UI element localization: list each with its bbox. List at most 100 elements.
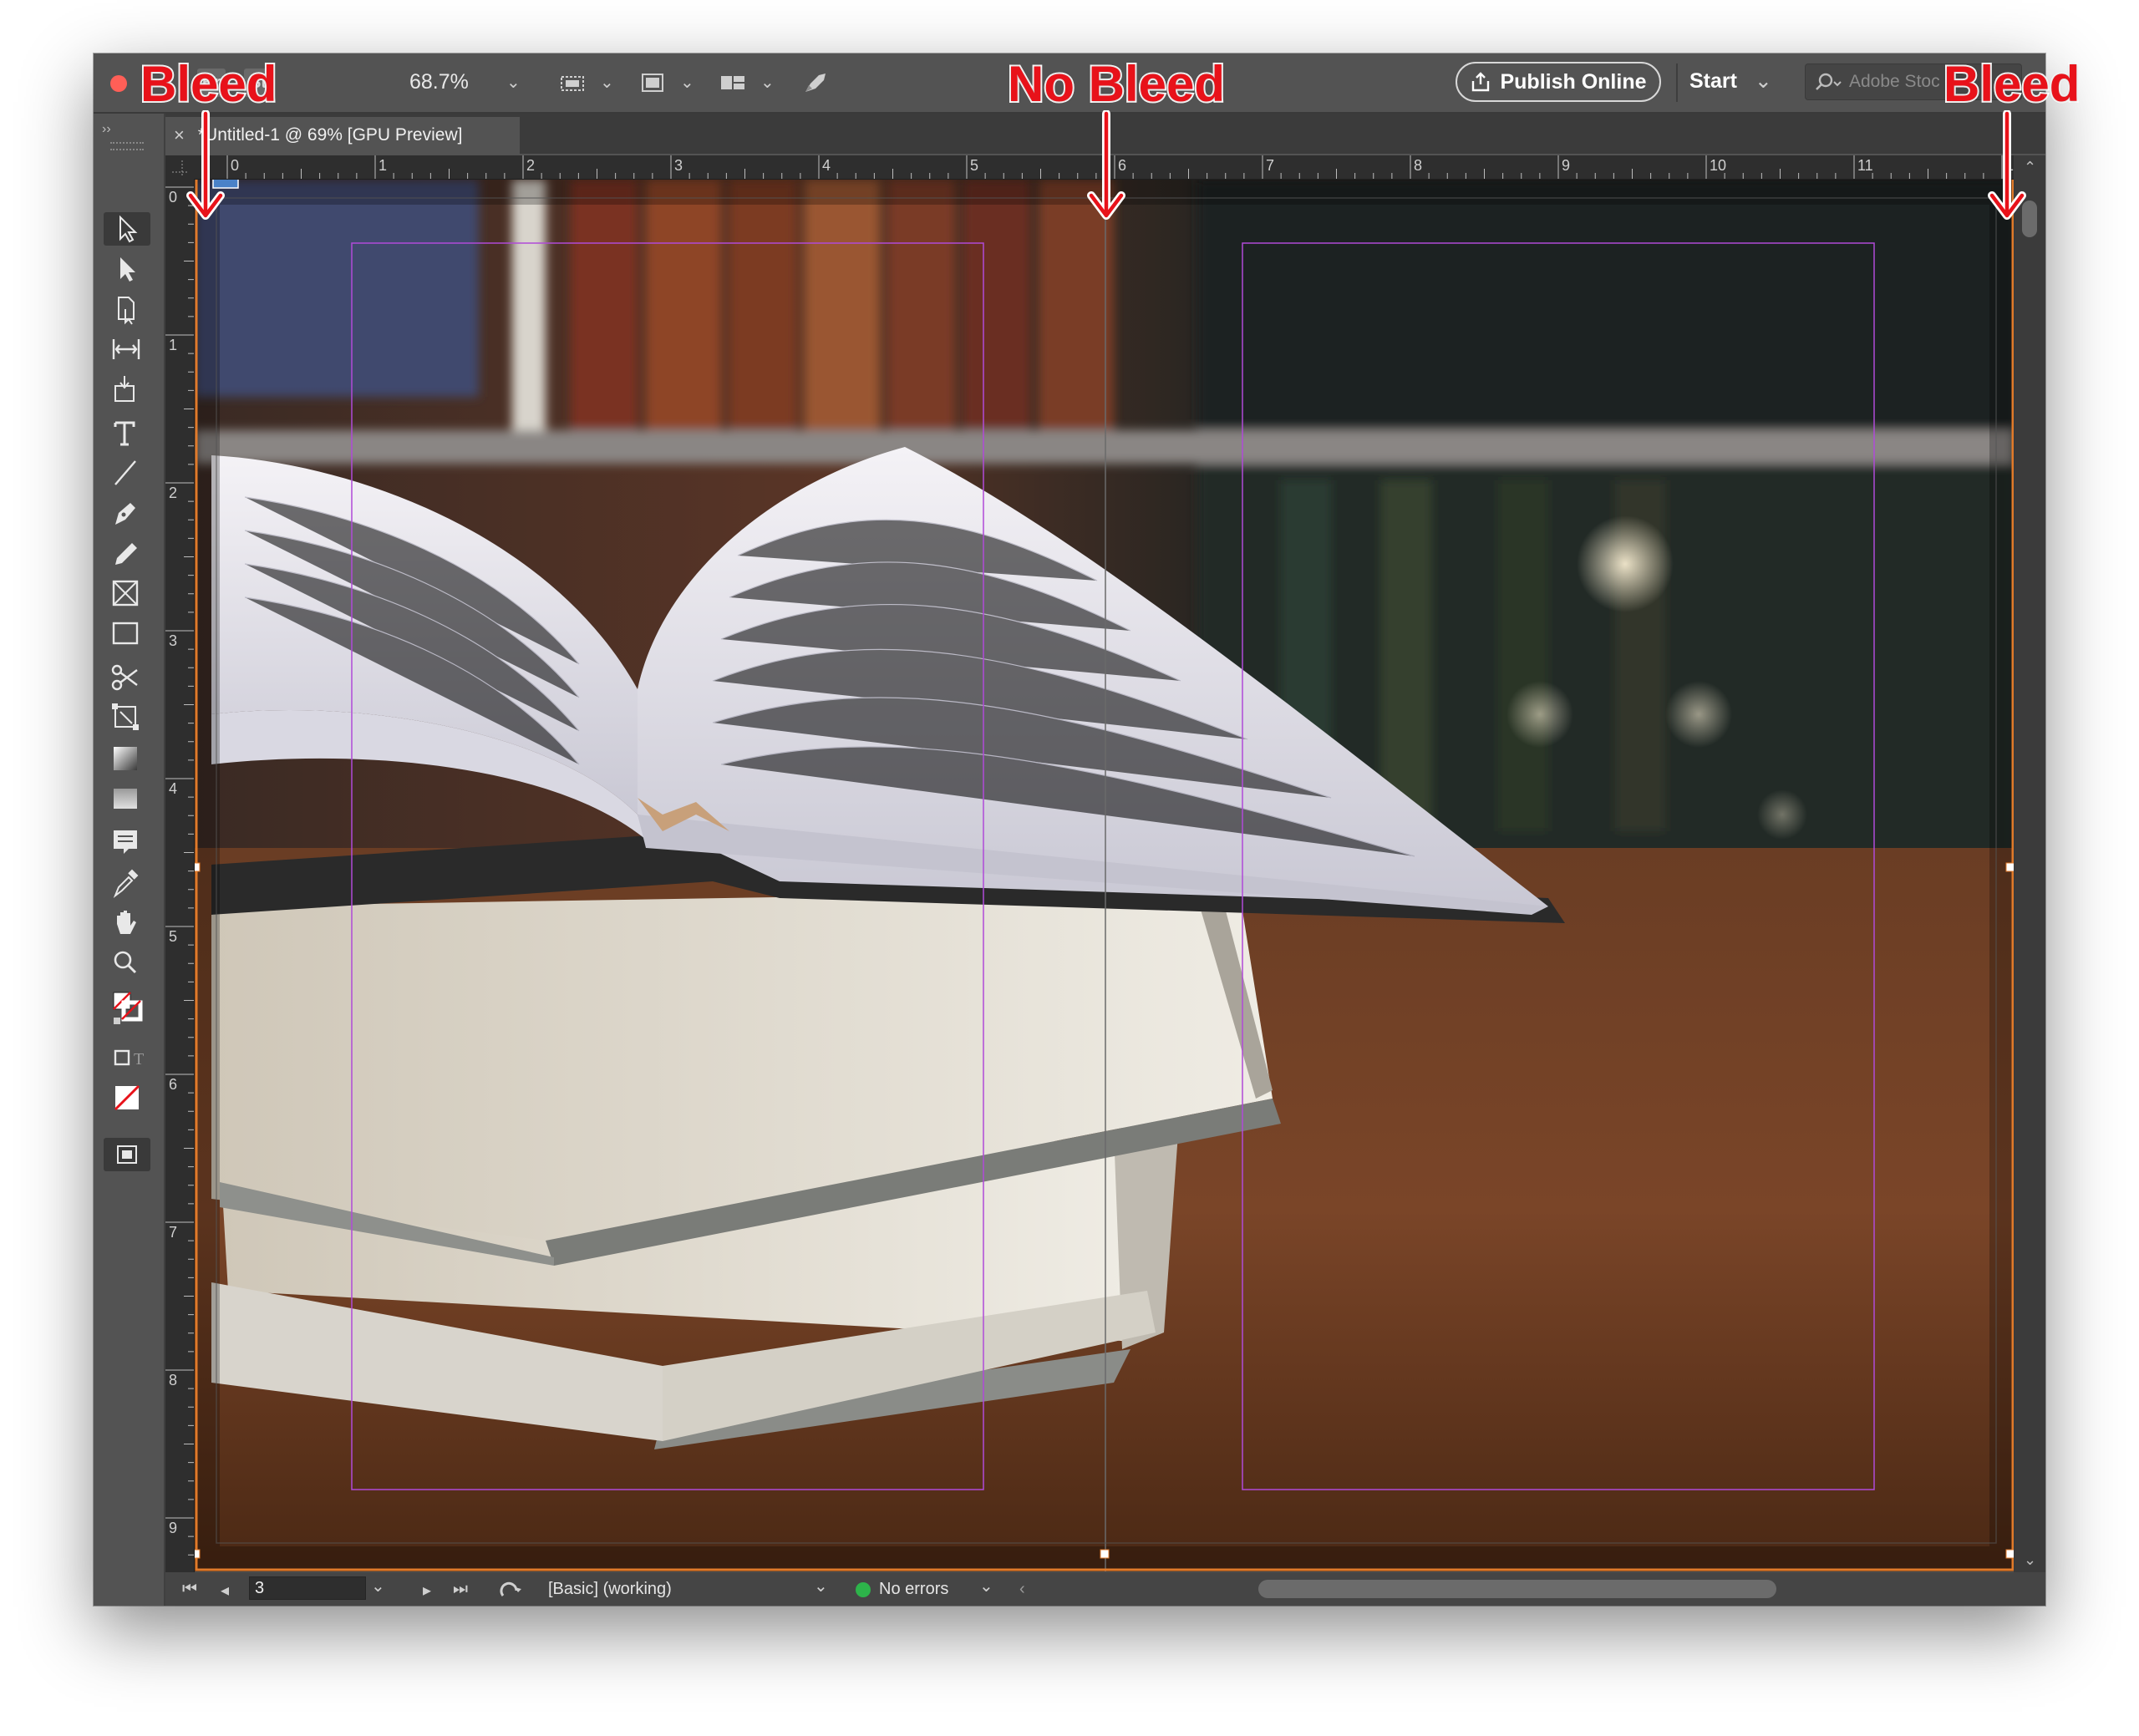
- search-icon: [1816, 73, 1842, 90]
- ruler-label: 5: [169, 928, 178, 945]
- type-tool-icon[interactable]: [104, 416, 150, 449]
- ruler-label: 1: [379, 157, 388, 174]
- status-bar: ⏮ ◂ 3 ⌄ ▸ ⏭ [Basic] (working) ⌄ No error…: [165, 1572, 2045, 1606]
- spread-artwork: [195, 180, 2015, 1571]
- note-tool-icon[interactable]: [104, 825, 150, 859]
- open-page-icon[interactable]: [498, 1579, 523, 1599]
- svg-text:T: T: [134, 1050, 144, 1069]
- share-upload-icon: [1472, 72, 1490, 92]
- frame-handle[interactable]: [1100, 1549, 1110, 1559]
- bokeh-light: [1757, 789, 1807, 840]
- previous-page-icon[interactable]: ◂: [221, 1580, 229, 1601]
- ruler-label: 0: [231, 157, 240, 174]
- page-dropdown-chevron-icon[interactable]: ⌄: [371, 1576, 385, 1596]
- bokeh-light: [1577, 515, 1674, 612]
- workspace-switcher[interactable]: Start ⌄: [1689, 69, 1772, 94]
- down-arrow-icon: [186, 110, 225, 220]
- ruler-label: 2: [526, 157, 536, 174]
- screen-mode-chevron-icon[interactable]: ⌄: [680, 72, 694, 93]
- eyedropper-tool-icon[interactable]: [104, 865, 150, 899]
- style-status[interactable]: [Basic] (working): [548, 1580, 672, 1599]
- rectangle-frame-tool-icon[interactable]: [104, 576, 150, 610]
- indesign-window: Br St 68.7% ⌄ ⌄ ⌄ ⌄ Publish Online Start…: [94, 53, 2045, 1606]
- no-bleed-label: No Bleed: [1006, 54, 1227, 114]
- ruler-label: 9: [1562, 157, 1571, 174]
- screen-mode-normal-icon[interactable]: [104, 1138, 150, 1171]
- close-window-button[interactable]: [110, 75, 127, 92]
- ruler-label: 0: [169, 189, 178, 206]
- publish-rocket-icon[interactable]: [800, 70, 829, 95]
- arrange-documents-icon[interactable]: [719, 70, 747, 95]
- rectangle-tool-icon[interactable]: [104, 617, 150, 650]
- fill-stroke-swatches-icon[interactable]: [104, 987, 150, 1034]
- free-transform-tool-icon[interactable]: [104, 700, 150, 733]
- panel-grip-icon[interactable]: [110, 142, 144, 150]
- bleed-label-right: Bleed: [1942, 54, 2081, 114]
- last-page-icon[interactable]: ⏭: [453, 1580, 468, 1599]
- toolbar-divider: [1676, 63, 1678, 102]
- preflight-dropdown-chevron-icon[interactable]: ⌄: [979, 1576, 993, 1596]
- frame-handle[interactable]: [195, 1549, 201, 1559]
- preflight-status[interactable]: No errors: [879, 1580, 948, 1599]
- publish-online-label: Publish Online: [1500, 69, 1647, 94]
- ruler-label: 4: [822, 157, 831, 174]
- bokeh-light: [1506, 681, 1573, 748]
- tools-panel: ›› T: [94, 114, 165, 1606]
- ruler-label: 8: [169, 1372, 178, 1388]
- apply-none-icon[interactable]: [104, 1081, 150, 1114]
- gap-tool-icon[interactable]: [104, 332, 150, 366]
- formatting-container-icon[interactable]: T: [104, 1041, 150, 1074]
- ruler-label: 7: [1266, 157, 1275, 174]
- gradient-feather-tool-icon[interactable]: [104, 782, 150, 815]
- ruler-label: 9: [169, 1520, 178, 1536]
- vertical-scrollbar[interactable]: ⌃ ⌄: [2014, 155, 2045, 1572]
- page-number-field[interactable]: 3: [249, 1576, 366, 1600]
- direct-selection-tool-icon[interactable]: [104, 252, 150, 286]
- selection-tool-icon[interactable]: [104, 212, 150, 246]
- arrange-documents-chevron-icon[interactable]: ⌄: [760, 72, 775, 93]
- ruler-label: 5: [970, 157, 979, 174]
- ruler-label: 11: [1857, 157, 1873, 174]
- hand-tool-icon[interactable]: [104, 906, 150, 939]
- line-tool-icon[interactable]: [104, 456, 150, 490]
- page-tool-icon[interactable]: [104, 292, 150, 326]
- ruler-label: 7: [169, 1224, 178, 1241]
- horizontal-scroll-thumb[interactable]: [1258, 1580, 1776, 1598]
- preflight-ok-icon: [856, 1582, 871, 1597]
- ruler-label: 2: [169, 485, 178, 501]
- collapse-panel-icon[interactable]: ››: [102, 122, 111, 137]
- workspace-label: Start: [1689, 69, 1737, 93]
- frame-handle[interactable]: [195, 862, 201, 872]
- next-page-icon[interactable]: ▸: [423, 1580, 431, 1601]
- ruler-label: 3: [169, 632, 178, 649]
- style-dropdown-chevron-icon[interactable]: ⌄: [814, 1576, 828, 1596]
- down-arrow-icon: [1087, 110, 1125, 220]
- workspace-chevron-icon: ⌄: [1754, 69, 1772, 93]
- gradient-swatch-tool-icon[interactable]: [104, 742, 150, 775]
- down-arrow-icon: [1988, 110, 2026, 220]
- ruler-label: 3: [674, 157, 683, 174]
- pen-tool-icon[interactable]: [104, 496, 150, 530]
- view-options-chevron-icon[interactable]: ⌄: [600, 72, 614, 93]
- bokeh-light: [1665, 681, 1732, 748]
- scroll-left-icon[interactable]: ‹: [1019, 1580, 1025, 1599]
- screen-mode-icon[interactable]: [638, 70, 667, 95]
- pencil-tool-icon[interactable]: [104, 536, 150, 570]
- scroll-down-icon[interactable]: ⌄: [2024, 1551, 2036, 1569]
- ruler-label: 4: [169, 780, 178, 797]
- ruler-label: 10: [1710, 157, 1727, 174]
- search-placeholder: Adobe Stoc: [1849, 72, 1940, 91]
- zoom-tool-icon[interactable]: [104, 946, 150, 979]
- view-options-icon[interactable]: [558, 70, 587, 95]
- document-canvas[interactable]: [195, 180, 2015, 1571]
- vertical-ruler[interactable]: 0 1 2 3 4 5 6 7 8 9: [165, 179, 195, 1572]
- content-collector-tool-icon[interactable]: [104, 373, 150, 406]
- zoom-dropdown-chevron-icon[interactable]: ⌄: [506, 72, 521, 93]
- first-page-icon[interactable]: ⏮: [182, 1580, 197, 1599]
- ruler-label: 8: [1414, 157, 1423, 174]
- ruler-label: 1: [169, 337, 178, 353]
- scissors-tool-icon[interactable]: [104, 660, 150, 693]
- publish-online-button[interactable]: Publish Online: [1456, 62, 1661, 102]
- ruler-label: 6: [169, 1076, 178, 1093]
- zoom-level[interactable]: 68.7%: [409, 70, 469, 94]
